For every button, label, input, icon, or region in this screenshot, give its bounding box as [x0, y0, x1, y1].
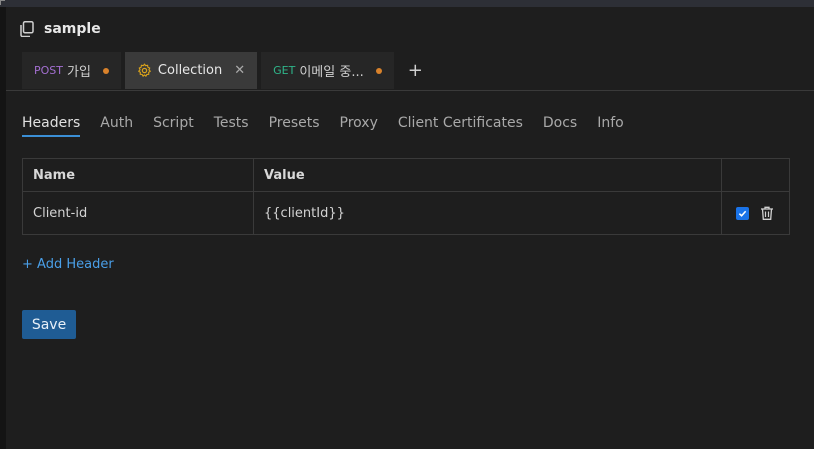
add-tab-button[interactable]: + [398, 52, 433, 89]
tab-label: Collection [157, 63, 223, 78]
tab-get-email[interactable]: GET 이메일 중... [261, 52, 394, 89]
tab-docs[interactable]: Docs [543, 115, 577, 137]
tab-bar-divider [6, 90, 814, 91]
unsaved-dot-icon [102, 67, 109, 74]
header-actions-cell [721, 191, 790, 235]
settings-subtabs: Headers Auth Script Tests Presets Proxy … [22, 115, 644, 137]
tab-proxy[interactable]: Proxy [340, 115, 378, 137]
collection-settings-panel: sample POST 가입 Collection ✕ GET 이메일 중...… [6, 7, 814, 449]
trash-icon[interactable] [759, 205, 775, 221]
column-header-value: Value [253, 158, 722, 192]
table-row: Client-id {{clientId}} [22, 191, 790, 235]
header-name-cell[interactable]: Client-id [22, 191, 254, 235]
tab-post-signup[interactable]: POST 가입 [22, 52, 121, 89]
tab-auth[interactable]: Auth [100, 115, 133, 137]
tab-method-post: POST [34, 64, 63, 77]
tab-collection[interactable]: Collection ✕ [124, 52, 258, 89]
tab-headers[interactable]: Headers [22, 115, 81, 137]
tab-script[interactable]: Script [153, 115, 194, 137]
unsaved-dot-icon [375, 67, 382, 74]
copy-icon [20, 21, 34, 37]
tab-tests[interactable]: Tests [214, 115, 249, 137]
request-tab-bar: POST 가입 Collection ✕ GET 이메일 중... + [22, 52, 433, 89]
column-header-actions [721, 158, 790, 192]
tab-label: 가입 [67, 65, 91, 80]
tab-presets[interactable]: Presets [269, 115, 320, 137]
tab-client-certificates[interactable]: Client Certificates [398, 115, 523, 137]
tab-method-get: GET [273, 64, 296, 77]
table-header-row: Name Value [22, 158, 790, 192]
close-icon[interactable]: ✕ [234, 63, 245, 78]
gear-icon [138, 63, 151, 77]
column-header-name: Name [22, 158, 254, 192]
header-value-cell[interactable]: {{clientId}} [253, 191, 722, 235]
corner-mark [0, 0, 5, 5]
collection-title: sample [44, 21, 101, 37]
save-button[interactable]: Save [22, 310, 76, 339]
tab-info[interactable]: Info [597, 115, 624, 137]
add-header-button[interactable]: + Add Header [22, 257, 114, 272]
tab-label: 이메일 중... [299, 65, 364, 80]
window-top-strip [0, 0, 814, 7]
headers-table: Name Value Client-id {{clientId}} [22, 158, 790, 235]
collection-header: sample [20, 21, 101, 37]
checkmark-icon [738, 210, 747, 217]
header-enabled-checkbox[interactable] [736, 206, 749, 220]
